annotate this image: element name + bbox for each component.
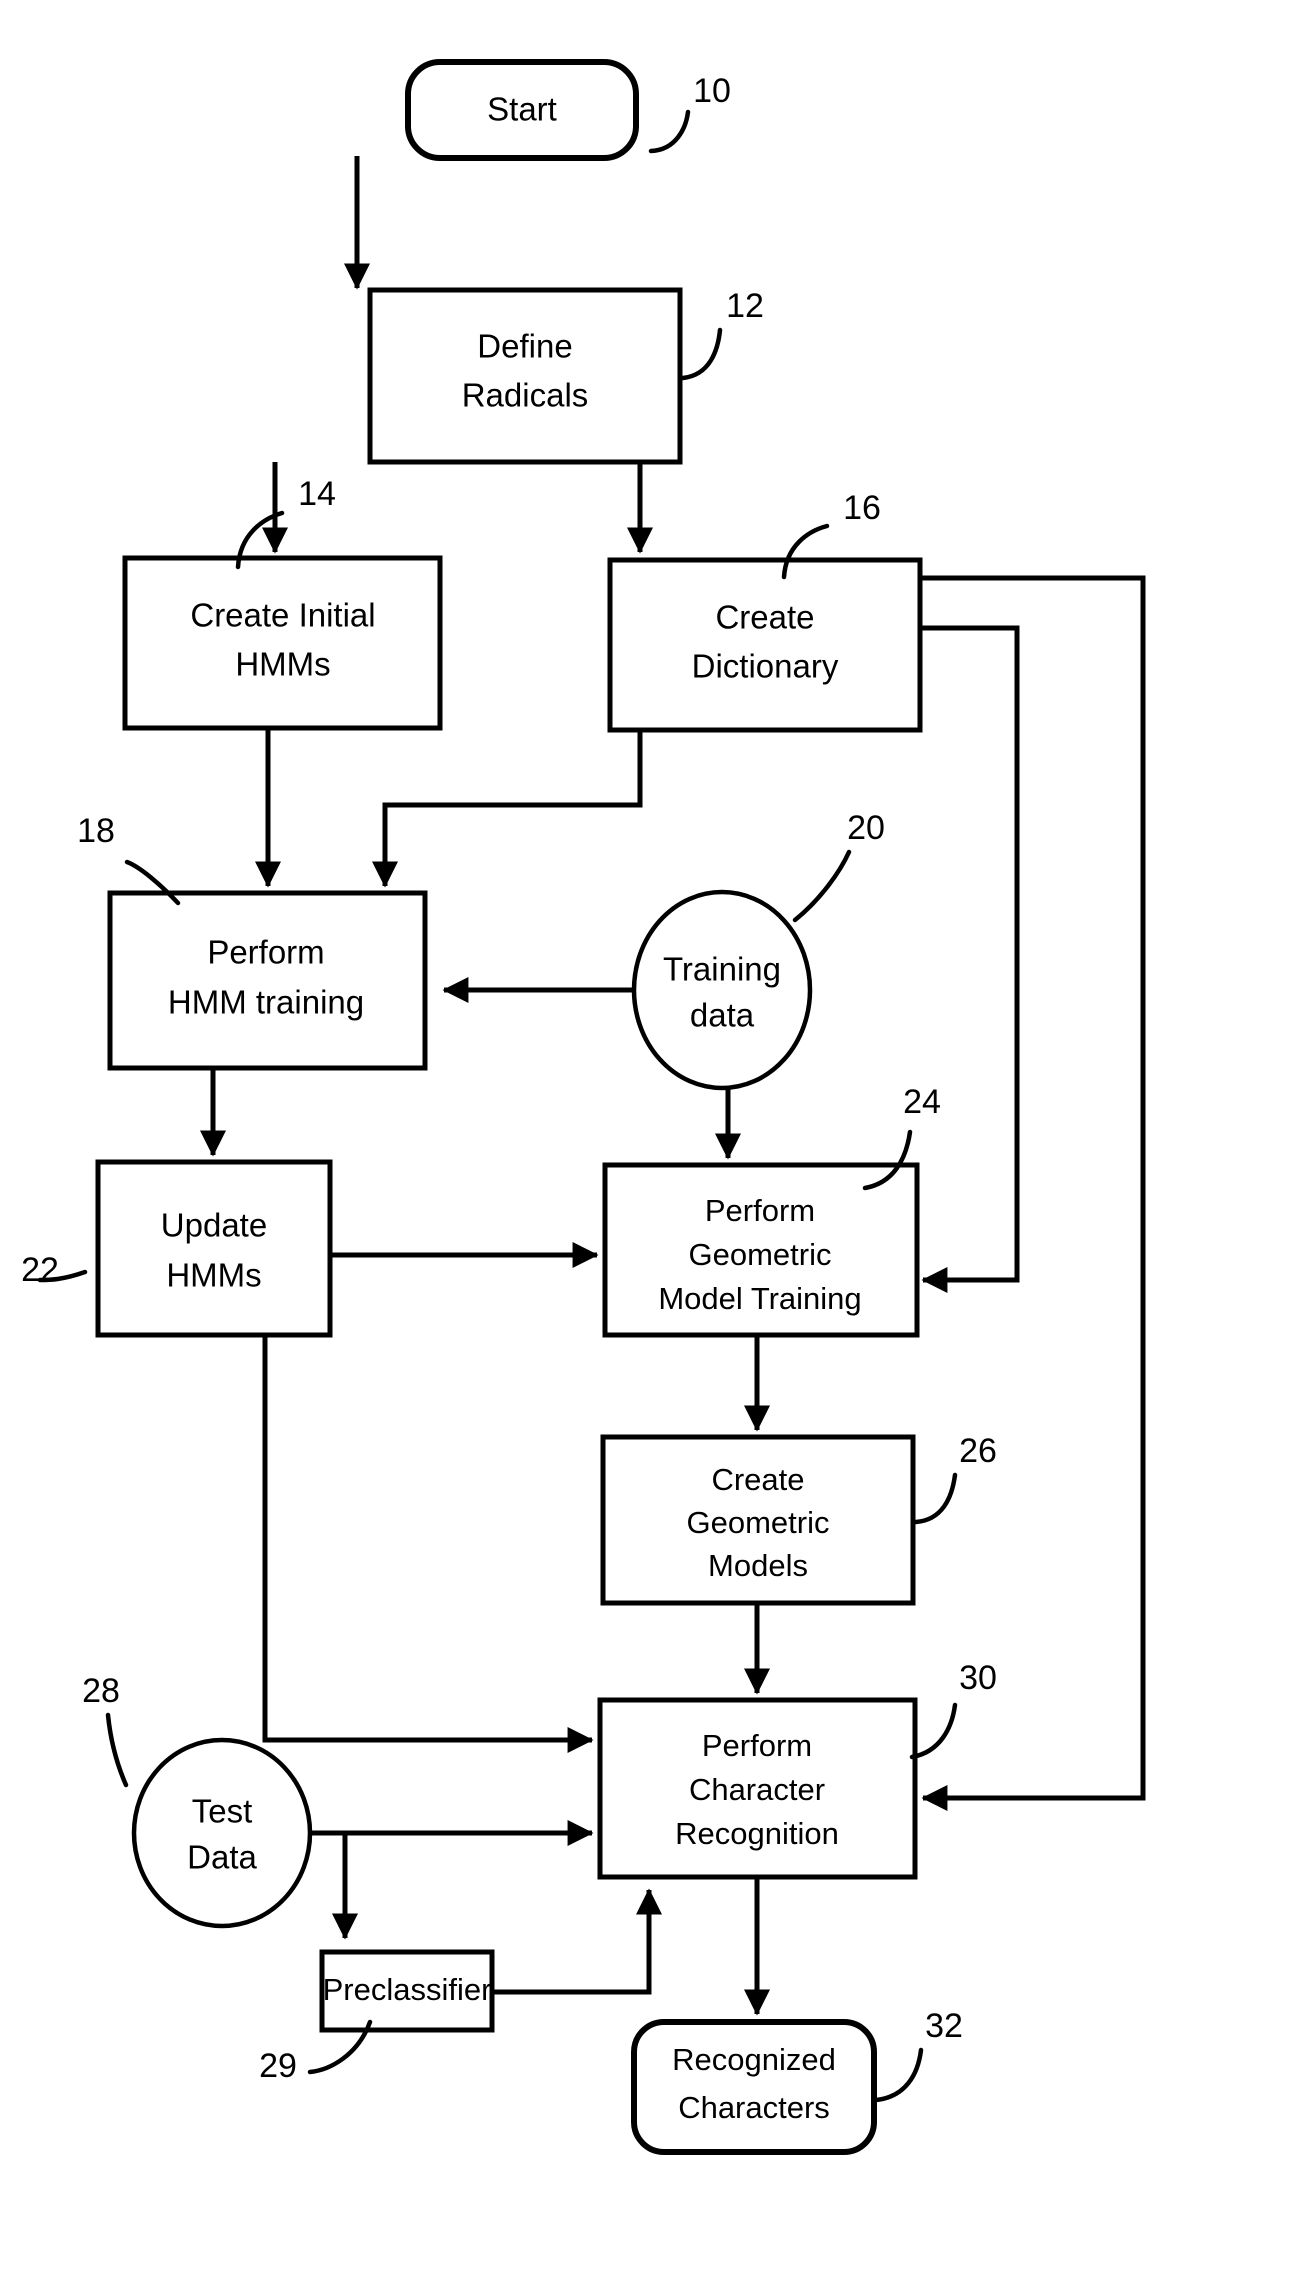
edge-preclassifier-to-char-recognition	[492, 1888, 662, 1995]
ref-label-10: 10	[693, 72, 731, 110]
node-perform-geometric-model-training[interactable]: Perform Geometric Model Training	[602, 1162, 920, 1338]
node-test-data[interactable]: Test Data	[131, 1737, 313, 1929]
training-data-label-line2: data	[690, 997, 755, 1034]
recognized-characters-label-line1: Recognized	[672, 2042, 836, 2077]
create-initial-hmms-label-line2: HMMs	[235, 646, 330, 683]
test-data-label-line2: Data	[187, 1839, 257, 1876]
start-label: Start	[487, 91, 557, 128]
ref-label-29: 29	[259, 2047, 297, 2085]
edge-dictionary-to-hmm-training	[372, 730, 643, 888]
node-create-geometric-models[interactable]: Create Geometric Models	[600, 1434, 916, 1606]
node-recognized-characters[interactable]: Recognized Characters	[631, 2019, 877, 2155]
leader-10	[648, 109, 691, 154]
ref-label-20: 20	[847, 809, 885, 847]
char-recognition-label-line2: Character	[689, 1772, 825, 1807]
create-initial-hmms-label-line1: Create Initial	[190, 597, 375, 634]
edge-update-hmms-to-char-recognition	[262, 1335, 594, 1753]
edge-dictionary-to-geo-training	[920, 625, 1020, 1293]
ref-label-16: 16	[843, 489, 881, 527]
ref-label-12: 12	[726, 287, 764, 325]
update-hmms-label-line2: HMMs	[166, 1257, 261, 1294]
geo-models-label-line3: Models	[708, 1548, 808, 1583]
ref-label-32: 32	[925, 2007, 963, 2045]
char-recognition-label-line3: Recognition	[675, 1816, 839, 1851]
ref-label-14: 14	[298, 475, 336, 513]
preclassifier-label: Preclassifier	[323, 1972, 492, 2007]
edge-dictionary-to-char-recognition	[920, 575, 1146, 1811]
node-perform-character-recognition[interactable]: Perform Character Recognition	[597, 1697, 918, 1880]
node-preclassifier[interactable]: Preclassifier	[319, 1949, 495, 2033]
leader-32	[873, 2047, 924, 2103]
perform-hmm-training-label-line1: Perform	[207, 934, 324, 971]
node-define-radicals[interactable]: Define Radicals	[367, 287, 683, 465]
leader-20	[792, 849, 852, 923]
flowchart-canvas: Start 10 Define Radicals 12 Create Initi…	[21, 59, 1146, 2155]
ref-label-26: 26	[959, 1432, 997, 1470]
node-start[interactable]: Start	[405, 59, 639, 161]
char-recognition-label-line1: Perform	[702, 1728, 812, 1763]
ref-label-30: 30	[959, 1659, 997, 1697]
create-dictionary-label-line2: Dictionary	[692, 648, 839, 685]
geo-models-label-line2: Geometric	[687, 1505, 830, 1540]
node-create-dictionary[interactable]: Create Dictionary	[607, 557, 923, 733]
geo-training-label-line3: Model Training	[658, 1281, 861, 1316]
test-data-shape	[131, 1737, 313, 1929]
training-data-shape	[631, 889, 813, 1091]
update-hmms-label-line1: Update	[161, 1207, 267, 1244]
create-initial-hmms-shape	[122, 555, 443, 731]
leader-28	[105, 1712, 129, 1788]
perform-hmm-training-shape	[107, 890, 428, 1071]
ref-label-22: 22	[21, 1251, 59, 1289]
recognized-characters-label-line2: Characters	[678, 2090, 830, 2125]
perform-hmm-training-label-line2: HMM training	[168, 984, 364, 1021]
leader-12	[680, 327, 723, 381]
geo-models-label-line1: Create	[711, 1462, 804, 1497]
node-create-initial-hmms[interactable]: Create Initial HMMs	[122, 555, 443, 731]
create-dictionary-shape	[607, 557, 923, 733]
define-radicals-label-line2: Radicals	[462, 377, 589, 414]
ref-label-24: 24	[903, 1083, 941, 1121]
node-perform-hmm-training[interactable]: Perform HMM training	[107, 890, 428, 1071]
node-training-data[interactable]: Training data	[631, 889, 813, 1091]
ref-label-28: 28	[82, 1672, 120, 1710]
create-dictionary-label-line1: Create	[715, 599, 814, 636]
test-data-label-line1: Test	[192, 1793, 253, 1830]
update-hmms-shape	[95, 1159, 333, 1338]
flowchart-diagram: Start 10 Define Radicals 12 Create Initi…	[0, 0, 1292, 2285]
leader-26	[913, 1472, 958, 1525]
geo-training-label-line2: Geometric	[689, 1237, 832, 1272]
leader-30	[909, 1702, 958, 1760]
define-radicals-label-line1: Define	[477, 328, 572, 365]
geo-training-label-line1: Perform	[705, 1193, 815, 1228]
training-data-label-line1: Training	[663, 951, 781, 988]
ref-label-18: 18	[77, 812, 115, 850]
node-update-hmms[interactable]: Update HMMs	[95, 1159, 333, 1338]
